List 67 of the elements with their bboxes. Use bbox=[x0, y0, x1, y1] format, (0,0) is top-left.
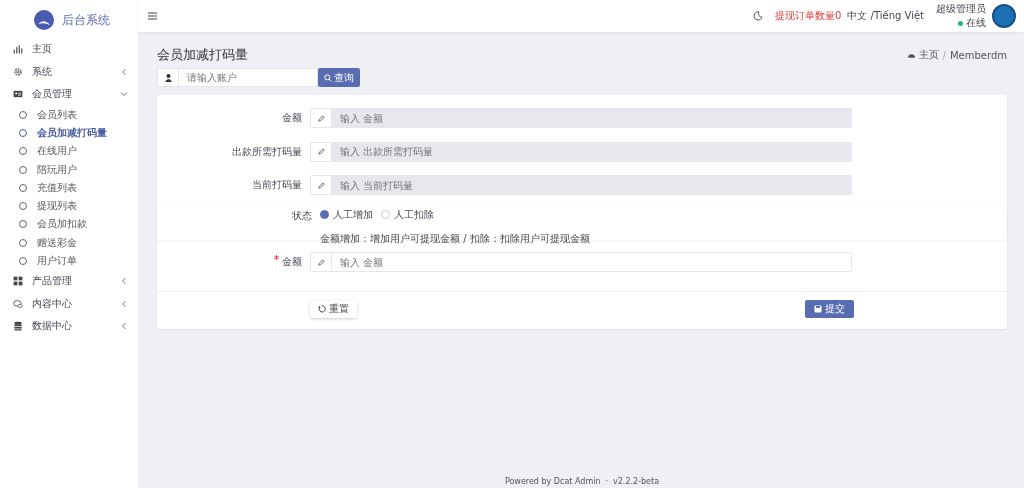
sidebar-subitem[interactable]: 陪玩用户 bbox=[0, 160, 138, 179]
user-status: 在线 bbox=[966, 16, 986, 30]
save-icon bbox=[814, 304, 822, 313]
chat-icon bbox=[13, 298, 23, 309]
sidebar-subitem[interactable]: 会员列表 bbox=[0, 105, 138, 124]
sidebar-item[interactable]: 系统 bbox=[0, 60, 138, 83]
database-icon bbox=[13, 321, 23, 332]
field-label: 状态 bbox=[292, 209, 312, 221]
field-label: 出款所需打码量 bbox=[232, 145, 302, 157]
version-text: v2.2.2-beta bbox=[613, 477, 660, 486]
sidebar-subitem[interactable]: 用户订单 bbox=[0, 251, 138, 271]
search-icon bbox=[324, 73, 332, 82]
radio-button[interactable] bbox=[320, 210, 329, 219]
breadcrumb-item[interactable]: 主页 bbox=[918, 48, 939, 62]
breadcrumb-separator: / bbox=[942, 49, 946, 61]
footer-separator: · bbox=[605, 477, 609, 486]
settings-icon bbox=[13, 66, 23, 77]
sidebar-item[interactable]: 主页 bbox=[0, 38, 138, 61]
breadcrumb-item: Memberdm bbox=[949, 49, 1007, 61]
required-icon bbox=[274, 255, 279, 260]
sidebar-subitem[interactable]: 赠送彩金 bbox=[0, 233, 138, 252]
field-label: 金额 bbox=[282, 112, 302, 123]
radio-label: 人工扣除 bbox=[394, 207, 434, 222]
chevron-icon bbox=[120, 277, 128, 286]
sidebar-subitem[interactable]: 充值列表 bbox=[0, 178, 138, 197]
avatar[interactable] bbox=[992, 4, 1016, 28]
user-name: 超级管理员 bbox=[936, 2, 986, 16]
page-title: 会员加减打码量 bbox=[157, 46, 249, 64]
reset-button[interactable]: 重置 bbox=[310, 299, 357, 318]
language-text[interactable]: 中文 /Tiếng Việt bbox=[847, 9, 924, 23]
help-text: 金额增加：增加用户可提现金额 / 扣除：扣除用户可提现金额 bbox=[320, 231, 591, 246]
sidebar-subitem[interactable]: 提现列表 bbox=[0, 197, 138, 216]
withdraw-orders-link[interactable]: 提现订单数量0 bbox=[775, 9, 842, 23]
footer-credit: Powered by Dcat Admin bbox=[504, 477, 601, 486]
id-card-icon bbox=[13, 89, 23, 100]
menu-icon[interactable] bbox=[148, 12, 157, 20]
chevron-icon bbox=[120, 90, 128, 99]
submit-button[interactable]: 提交 bbox=[805, 299, 854, 318]
account-search-field[interactable]: 请输入账户 bbox=[179, 68, 318, 87]
moon-icon[interactable] bbox=[753, 11, 763, 21]
sidebar-item[interactable]: 数据中心 bbox=[0, 315, 138, 338]
pencil-icon bbox=[317, 114, 325, 122]
chevron-icon bbox=[120, 67, 128, 76]
sidebar-subitem[interactable]: 会员加减打码量 bbox=[0, 123, 138, 143]
sidebar-subitem[interactable]: 会员加扣款 bbox=[0, 215, 138, 234]
dashboard-icon bbox=[907, 52, 915, 58]
input-field[interactable]: 输入 金额 bbox=[332, 252, 852, 272]
logo-icon bbox=[34, 10, 54, 30]
status-dot bbox=[958, 20, 963, 26]
grid-icon bbox=[13, 276, 23, 287]
pencil-icon bbox=[317, 148, 325, 155]
bar-chart-icon bbox=[13, 44, 23, 55]
field-label: 金额 bbox=[274, 256, 302, 267]
sidebar-item[interactable]: 内容中心 bbox=[0, 292, 138, 316]
search-button[interactable]: 查询 bbox=[318, 68, 360, 87]
sidebar-item[interactable]: 产品管理 bbox=[0, 270, 138, 293]
chevron-icon bbox=[120, 322, 128, 331]
pencil-icon bbox=[317, 258, 325, 266]
app-title: 后台系统 bbox=[62, 11, 110, 29]
field-label: 当前打码量 bbox=[252, 179, 302, 190]
pencil-icon bbox=[317, 181, 325, 189]
user-icon bbox=[157, 68, 179, 87]
sidebar-subitem[interactable]: 在线用户 bbox=[0, 142, 138, 161]
radio-label: 人工增加 bbox=[333, 207, 373, 222]
chevron-icon bbox=[120, 299, 128, 308]
sidebar-item[interactable]: 会员管理 bbox=[0, 83, 138, 106]
refresh-icon bbox=[318, 304, 326, 313]
